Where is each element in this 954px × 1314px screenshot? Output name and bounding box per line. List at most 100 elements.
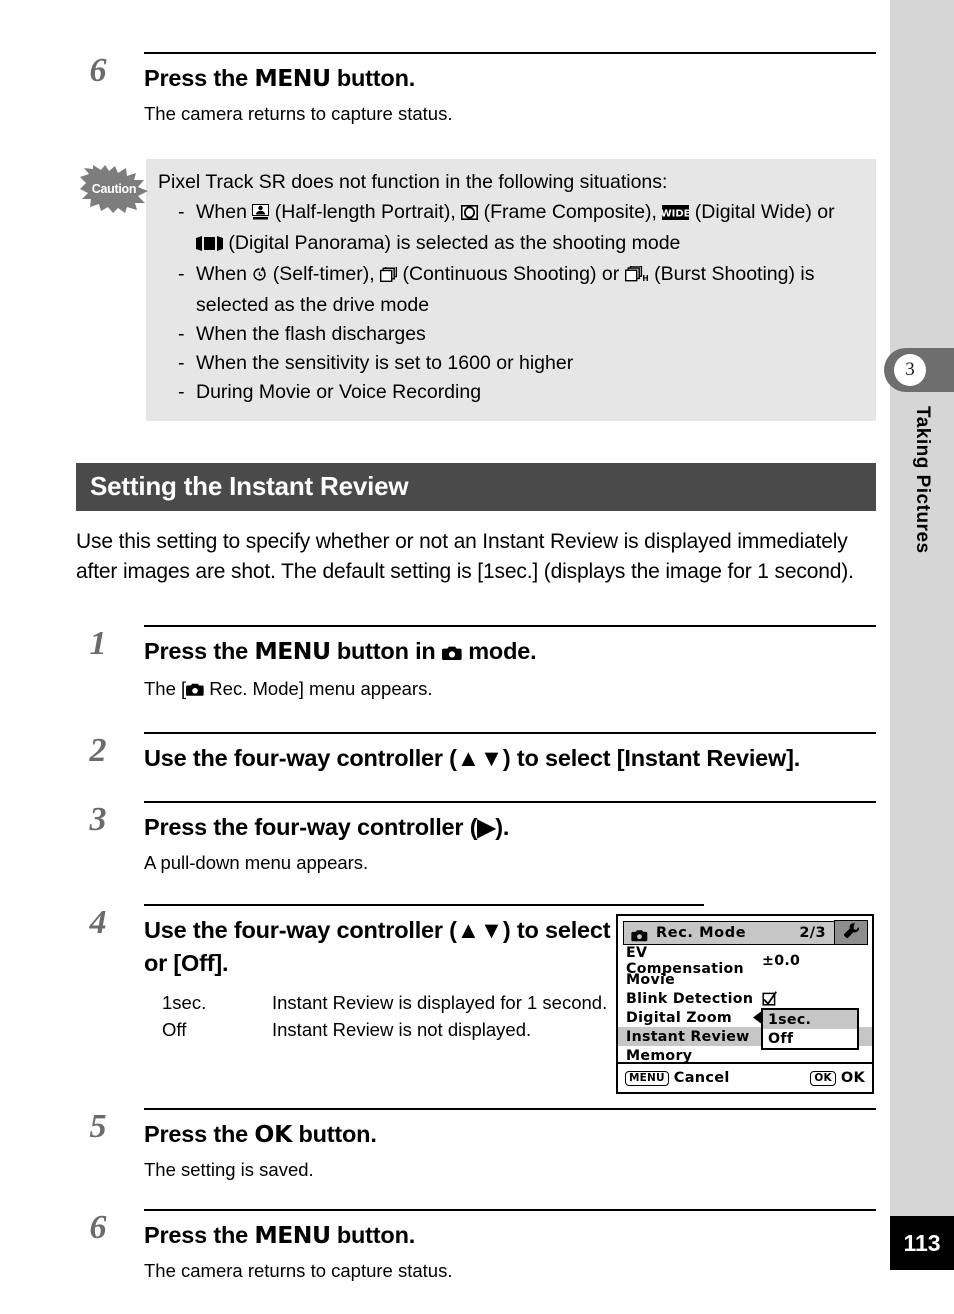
step-description: The [ Rec. Mode] menu appears. <box>144 676 876 704</box>
step-title-pre: Press the <box>144 1222 255 1248</box>
caution-text: (Digital Wide) or <box>689 201 835 223</box>
dropdown-option-1sec[interactable]: 1sec. <box>763 1010 857 1029</box>
step-title-pre: Press the <box>144 1121 255 1147</box>
caution-text: (Continuous Shooting) or <box>397 263 625 285</box>
instant-review-dropdown[interactable]: 1sec. Off <box>761 1008 859 1050</box>
lcd-page-indicator: 2/3 <box>799 925 826 941</box>
caution-list: - When (Half-length Portrait), (Frame Com… <box>158 198 862 407</box>
step-description: A pull-down menu appears. <box>144 852 369 873</box>
svg-text:HS: HS <box>642 274 649 282</box>
option-desc: Instant Review is displayed for 1 second… <box>272 992 608 1013</box>
step-title-pre: Press the <box>144 65 255 91</box>
step-number: 3 <box>89 801 107 838</box>
table-row: Off Instant Review is not displayed. <box>162 1017 607 1044</box>
lcd-row-blink-detection[interactable]: Blink Detection <box>626 989 872 1008</box>
option-desc: Instant Review is not displayed. <box>272 1019 532 1040</box>
checkbox-checked-icon[interactable] <box>762 991 777 1006</box>
step-title: Press the MENU button in mode. <box>144 635 876 670</box>
step-description: The setting is saved. <box>144 1159 314 1180</box>
digital-panorama-icon <box>196 231 223 260</box>
step-title-c: mode. <box>461 638 537 664</box>
camera-icon <box>631 927 648 941</box>
caution-text: During Movie or Voice Recording <box>196 381 482 403</box>
step-title: Press the MENU button. <box>144 62 876 95</box>
section-intro: Use this setting to specify whether or n… <box>76 530 854 583</box>
step-number: 6 <box>89 52 107 89</box>
content-column: 6 Press the MENU button. The camera retu… <box>76 0 876 1284</box>
caution-text: (Frame Composite), <box>478 201 663 223</box>
step-block-6: 6 Press the MENU button. The camera retu… <box>76 1209 876 1284</box>
lcd-header: Rec. Mode 2/3 <box>623 920 868 945</box>
step-body: Press the OK button. The setting is save… <box>144 1108 876 1183</box>
step-body: Use the four-way controller (▲▼) to sele… <box>144 732 876 775</box>
lcd-row-label: Movie <box>626 971 676 988</box>
ok-key-label: OK <box>254 1120 293 1148</box>
ok-key-badge[interactable]: OK <box>810 1070 836 1086</box>
step-title: Press the four-way controller (▶). <box>144 814 510 840</box>
chapter-sidebar: 3 Taking Pictures <box>884 0 954 1216</box>
menu-key-badge[interactable]: MENU <box>625 1070 669 1086</box>
step-description: The camera returns to capture status. <box>144 103 453 124</box>
camera-mode-icon <box>441 637 462 670</box>
ok-label: OK <box>840 1070 865 1086</box>
caution-text: When <box>196 201 253 223</box>
step-block-1: 1 Press the MENU button in mode. The [ R… <box>76 625 876 704</box>
list-item: - When the sensitivity is set to 1600 or … <box>158 349 862 378</box>
half-length-portrait-icon <box>252 200 270 229</box>
lcd-row-movie[interactable]: Movie <box>626 970 872 989</box>
digital-wide-icon: WIDE <box>661 200 691 229</box>
caution-text: When the sensitivity is set to 1600 or h… <box>196 352 574 374</box>
setup-tab[interactable] <box>834 920 868 945</box>
list-item: - During Movie or Voice Recording <box>158 378 862 407</box>
camera-lcd-menu: Rec. Mode 2/3 EV Compensation ±0.0 Movie… <box>616 914 874 1094</box>
step-title-post: button. <box>330 65 416 91</box>
burst-shooting-icon: HS <box>624 262 654 291</box>
wrench-icon <box>843 922 860 943</box>
lcd-row-label: Instant Review <box>626 1028 750 1045</box>
step-body: Press the MENU button in mode. The [ Rec… <box>144 625 876 704</box>
list-dash: - <box>178 201 185 223</box>
caution-text: (Digital Panorama) is selected as the sh… <box>223 232 681 254</box>
step-number: 4 <box>89 904 107 941</box>
step-number: 2 <box>89 732 107 769</box>
step-title-a: Press the <box>144 638 255 664</box>
step-number: 1 <box>89 625 107 662</box>
section-heading: Setting the Instant Review <box>76 463 876 511</box>
list-dash: - <box>178 263 185 285</box>
caution-text: When <box>196 263 253 285</box>
step-description: The camera returns to capture status. <box>144 1260 453 1281</box>
lcd-row-ev-compensation[interactable]: EV Compensation ±0.0 <box>626 945 872 977</box>
step-body: Press the MENU button. The camera return… <box>144 52 876 127</box>
step-block-top: 6 Press the MENU button. The camera retu… <box>76 52 876 127</box>
step-body: Press the four-way controller (▶). A pul… <box>144 801 876 876</box>
step-title-post: button. <box>292 1121 377 1147</box>
step-number: 5 <box>89 1108 107 1145</box>
caution-text: (Half-length Portrait), <box>269 201 462 223</box>
camera-mode-icon <box>186 678 204 704</box>
menu-key-label: MENU <box>254 64 331 92</box>
option-table: 1sec. Instant Review is displayed for 1 … <box>162 990 607 1044</box>
step-body: Press the MENU button. The camera return… <box>144 1209 876 1284</box>
menu-key-label: MENU <box>254 637 331 665</box>
step-block-5: 5 Press the OK button. The setting is sa… <box>76 1108 876 1183</box>
caution-text: When the flash discharges <box>196 323 426 345</box>
chapter-number: 3 <box>894 354 926 386</box>
dropdown-option-off[interactable]: Off <box>763 1029 857 1048</box>
frame-composite-icon <box>461 200 479 229</box>
step-title: Use the four-way controller (▲▼) to sele… <box>144 745 801 771</box>
option-key: Off <box>162 1019 187 1040</box>
caution-body: Pixel Track SR does not function in the … <box>146 159 876 421</box>
caution-badge-icon: Caution <box>80 165 148 213</box>
self-timer-icon <box>252 262 267 291</box>
list-item: - When (Self-timer), (Continuous Shooting… <box>158 260 862 320</box>
list-item: - When (Half-length Portrait), (Frame Com… <box>158 198 862 260</box>
caution-note: Caution Pixel Track SR does not function… <box>76 159 876 421</box>
page-number: 113 <box>890 1216 954 1270</box>
cancel-label: Cancel <box>673 1070 730 1086</box>
page-number-text: 113 <box>903 1229 941 1256</box>
caution-text: (Self-timer), <box>267 263 381 285</box>
chapter-title-text: Taking Pictures <box>912 406 933 554</box>
lcd-item-list: EV Compensation ±0.0 Movie Blink Detecti… <box>618 945 872 1064</box>
step-title: Press the OK button. <box>144 1118 876 1151</box>
chapter-title: Taking Pictures <box>890 406 954 666</box>
